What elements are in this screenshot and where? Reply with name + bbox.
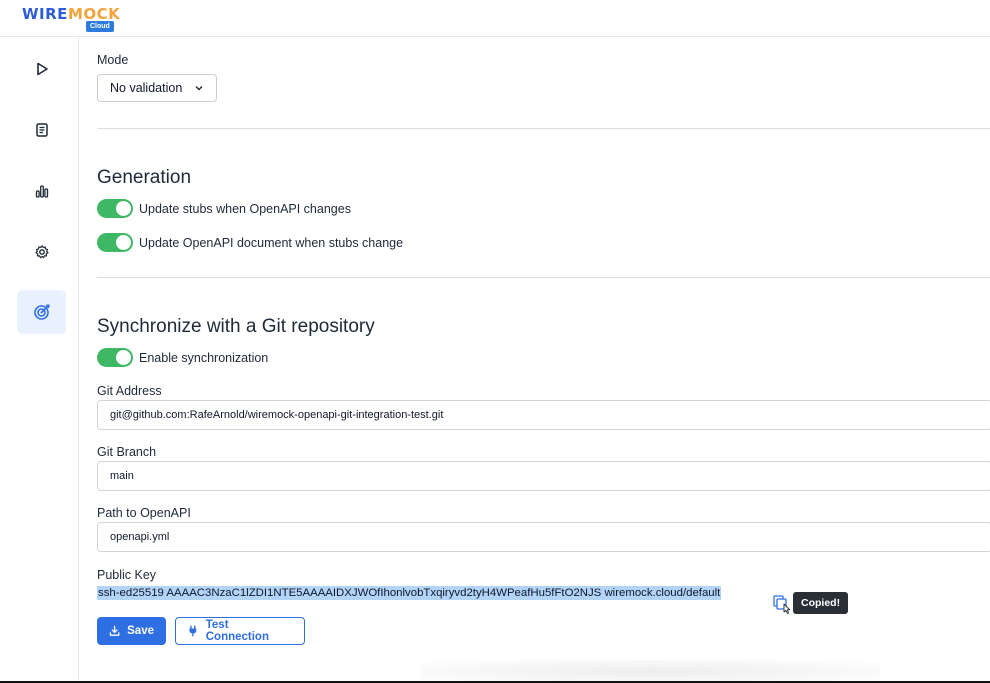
chevron-down-icon bbox=[195, 86, 203, 91]
section-divider bbox=[97, 277, 990, 278]
plug-icon bbox=[189, 625, 197, 637]
main-content: Mode No validation Generation Update stu… bbox=[97, 37, 990, 683]
download-icon bbox=[109, 625, 120, 636]
openapi-path-value: openapi.yml bbox=[110, 531, 170, 543]
sidebar bbox=[0, 37, 79, 683]
git-branch-value: main bbox=[110, 470, 134, 482]
mode-select[interactable]: No validation bbox=[97, 74, 217, 102]
toggle-row-update-stubs: Update stubs when OpenAPI changes bbox=[97, 199, 351, 218]
test-connection-label: Test Connection bbox=[205, 619, 269, 643]
update-stubs-toggle[interactable] bbox=[97, 199, 133, 218]
document-icon bbox=[35, 123, 48, 137]
git-branch-input[interactable]: main bbox=[97, 461, 990, 491]
copied-tooltip: Copied! bbox=[793, 592, 849, 614]
test-connection-button[interactable]: Test Connection bbox=[175, 617, 305, 645]
toggle-row-update-openapi: Update OpenAPI document when stubs chang… bbox=[97, 233, 403, 252]
public-key-value[interactable]: ssh-ed25519 AAAAC3NzaC1lZDI1NTE5AAAAIDXJ… bbox=[97, 586, 722, 600]
toggle-knob bbox=[116, 235, 131, 250]
save-button-label: Save bbox=[127, 625, 154, 637]
logo-cloud-badge: Cloud bbox=[86, 21, 114, 32]
mode-select-value: No validation bbox=[110, 81, 183, 95]
git-address-input[interactable]: git@github.com:RafeArnold/wiremock-opena… bbox=[97, 400, 990, 430]
openapi-path-label: Path to OpenAPI bbox=[97, 506, 191, 520]
bar-chart-icon bbox=[35, 185, 48, 198]
git-address-label: Git Address bbox=[97, 384, 162, 398]
update-openapi-label: Update OpenAPI document when stubs chang… bbox=[139, 235, 404, 250]
git-sync-heading: Synchronize with a Git repository bbox=[97, 316, 375, 337]
update-stubs-label: Update stubs when OpenAPI changes bbox=[139, 201, 351, 216]
public-key-label: Public Key bbox=[97, 568, 157, 582]
sidebar-item-requests[interactable] bbox=[17, 108, 66, 152]
copy-icon bbox=[773, 595, 791, 614]
toggle-knob bbox=[116, 201, 131, 216]
enable-sync-label: Enable synchronization bbox=[139, 350, 269, 365]
logo-wire: WIRE bbox=[22, 5, 68, 23]
sidebar-item-settings[interactable] bbox=[17, 230, 66, 274]
top-bar: WIREMOCK Cloud bbox=[0, 0, 990, 37]
mode-label: Mode bbox=[97, 53, 129, 67]
toggle-row-enable-sync: Enable synchronization bbox=[97, 348, 268, 367]
play-icon bbox=[36, 62, 48, 76]
gear-icon bbox=[34, 245, 49, 259]
update-openapi-toggle[interactable] bbox=[97, 233, 133, 252]
generation-heading: Generation bbox=[97, 167, 192, 188]
bottom-shadow bbox=[420, 660, 880, 683]
git-branch-label: Git Branch bbox=[97, 445, 157, 459]
sidebar-item-openapi[interactable] bbox=[17, 290, 66, 334]
copy-public-key-button[interactable] bbox=[773, 595, 791, 620]
section-divider bbox=[97, 128, 990, 129]
openapi-path-input[interactable]: openapi.yml bbox=[97, 522, 990, 552]
git-address-value: git@github.com:RafeArnold/wiremock-opena… bbox=[110, 409, 444, 421]
save-button[interactable]: Save bbox=[97, 617, 166, 645]
toggle-knob bbox=[116, 350, 131, 365]
target-icon bbox=[33, 304, 50, 320]
sidebar-item-analytics[interactable] bbox=[17, 169, 66, 213]
enable-sync-toggle[interactable] bbox=[97, 348, 133, 367]
wiremock-logo[interactable]: WIREMOCK bbox=[22, 6, 120, 22]
sidebar-item-stubs[interactable] bbox=[17, 47, 66, 91]
